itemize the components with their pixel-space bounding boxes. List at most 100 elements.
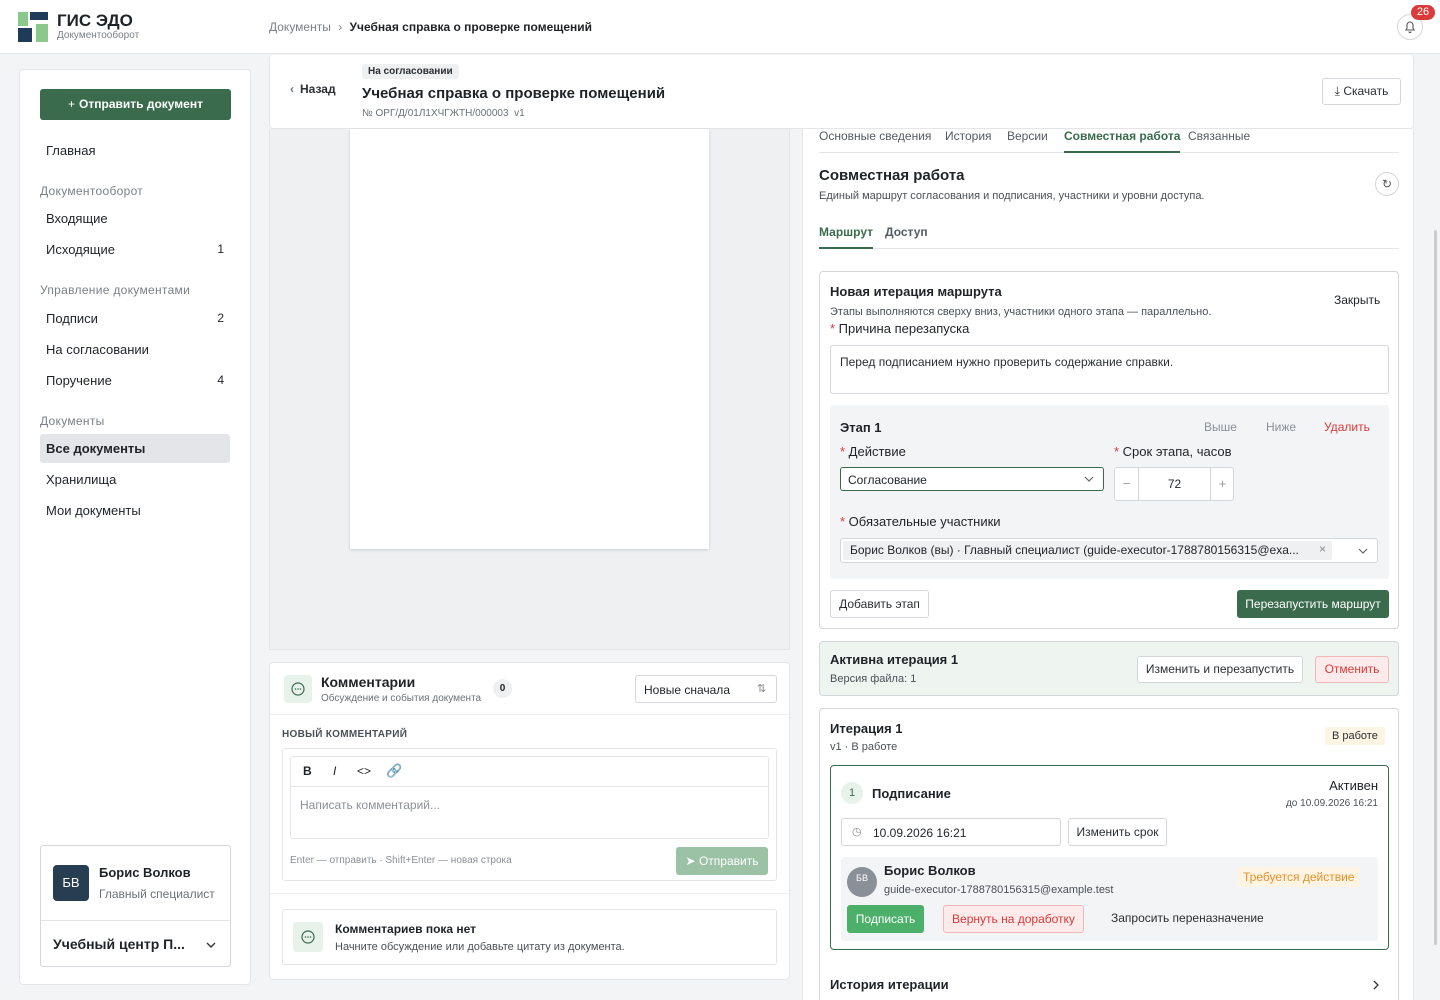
delete-stage-button[interactable]: Удалить: [1324, 420, 1370, 434]
iteration-history-toggle[interactable]: История итерации: [830, 977, 1389, 997]
comments-sort-select[interactable]: Новые сначала ⇅: [635, 675, 777, 703]
app-name: ГИС ЭДО: [57, 11, 133, 30]
section-title: Совместная работа: [819, 167, 965, 184]
subtab-route[interactable]: Маршрут: [819, 225, 874, 249]
app-logo[interactable]: [18, 12, 50, 42]
sidebar-item-storages[interactable]: Хранилища: [40, 465, 230, 494]
empty-comments-icon: [293, 922, 323, 952]
back-button[interactable]: ‹ Назад: [290, 82, 336, 96]
bold-icon[interactable]: B: [303, 764, 312, 778]
sidebar-item-my-documents[interactable]: Мои документы: [40, 496, 230, 525]
date-value: 10.09.2026 16:21: [873, 826, 967, 840]
deadline-value[interactable]: 72: [1139, 468, 1210, 500]
document-preview-area: [269, 129, 790, 650]
breadcrumb: Документы › Учебная справка о проверке п…: [269, 20, 592, 34]
new-iteration-card: Новая итерация маршрута Закрыть Этапы вы…: [819, 271, 1399, 629]
avatar: БВ: [53, 865, 89, 901]
breadcrumb-root[interactable]: Документы: [269, 20, 331, 34]
comment-input[interactable]: Написать комментарий...: [290, 786, 769, 839]
section-desc: Единый маршрут согласования и подписания…: [819, 190, 1205, 202]
download-button[interactable]: ⤓ Скачать: [1322, 78, 1401, 105]
add-stage-button[interactable]: Добавить этап: [830, 590, 929, 618]
edit-restart-button[interactable]: Изменить и перезапустить: [1137, 656, 1303, 683]
sidebar-item-approval[interactable]: На согласовании: [40, 335, 230, 364]
iteration-card: Итерация 1 v1 · В работе В работе 1 Подп…: [819, 708, 1399, 1000]
sign-button[interactable]: Подписать: [847, 905, 924, 933]
tab-main-info[interactable]: Основные сведения: [819, 129, 931, 143]
user-card[interactable]: БВ Борис Волков Главный специалист Учебн…: [40, 845, 231, 967]
sidebar-item-assignment[interactable]: Поручение 4: [40, 366, 230, 395]
sort-icon: ⇅: [757, 683, 767, 695]
comments-subtitle: Обсуждение и события документа: [321, 693, 482, 704]
sidebar-item-label: Исходящие: [46, 242, 115, 257]
chevron-right-icon: [1373, 980, 1379, 990]
action-select[interactable]: Согласование: [840, 467, 1104, 491]
remove-tag-icon[interactable]: ×: [1319, 542, 1326, 556]
step-card: 1 Подписание Активен до 10.09.2026 16:21…: [830, 765, 1389, 950]
reason-label: * Причина перезапуска: [830, 321, 970, 336]
iteration-history-label: История итерации: [830, 977, 949, 992]
sidebar-section-title: Управление документами: [40, 283, 191, 297]
breadcrumb-separator: ›: [338, 20, 343, 34]
return-button[interactable]: Вернуть на доработку: [943, 905, 1084, 933]
deadline-label-text: Срок этапа, часов: [1122, 444, 1232, 459]
action-required-badge: Требуется действие: [1237, 867, 1361, 887]
cancel-iteration-button[interactable]: Отменить: [1315, 656, 1389, 683]
comment-placeholder: Написать комментарий...: [300, 798, 441, 812]
code-icon[interactable]: <>: [357, 764, 371, 778]
reason-textarea[interactable]: Перед подписанием нужно проверить содерж…: [830, 345, 1389, 394]
tab-collaboration[interactable]: Совместная работа: [1064, 129, 1181, 153]
user-name: Борис Волков: [99, 865, 191, 880]
active-iteration-card: Активна итерация 1 Версия файла: 1 Измен…: [819, 641, 1399, 696]
move-up-button[interactable]: Выше: [1204, 420, 1237, 434]
back-label: Назад: [300, 82, 336, 96]
sidebar-item-outgoing[interactable]: Исходящие 1: [40, 235, 230, 264]
document-page: [350, 129, 709, 549]
user-role: Главный специалист: [99, 887, 215, 901]
tab-related[interactable]: Связанные: [1188, 129, 1250, 143]
move-down-button[interactable]: Ниже: [1266, 420, 1296, 434]
stage-title: Этап 1: [840, 420, 882, 435]
send-document-button[interactable]: + Отправить документ: [40, 89, 231, 120]
italic-icon[interactable]: I: [333, 764, 336, 778]
sidebar-item-signatures[interactable]: Подписи 2: [40, 304, 230, 333]
sidebar-item-count: 4: [217, 373, 224, 387]
restart-route-button[interactable]: Перезапустить маршрут: [1237, 590, 1389, 618]
participants-select[interactable]: Борис Волков (вы) · Главный специалист (…: [840, 538, 1378, 563]
editor-toolbar: B I <> 🔗: [290, 756, 769, 786]
send-document-label: Отправить документ: [79, 97, 203, 111]
new-iteration-hint: Этапы выполняются сверху вниз, участники…: [830, 306, 1212, 318]
assignee-card: БВ Борис Волков guide-executor-178878015…: [841, 857, 1378, 941]
empty-title: Комментариев пока нет: [335, 922, 477, 936]
download-icon: ⤓: [1334, 84, 1340, 98]
sidebar-item-home[interactable]: Главная: [40, 136, 230, 165]
tab-versions[interactable]: Версии: [1007, 129, 1048, 143]
right-panel: Основные сведения История Версии Совмест…: [802, 129, 1414, 1000]
top-bar: ГИС ЭДО Документооборот Документы › Учеб…: [0, 0, 1440, 54]
sidebar-item-label: Подписи: [46, 311, 98, 326]
refresh-button[interactable]: ↻: [1375, 172, 1399, 196]
comment-editor: B I <> 🔗 Написать комментарий... Enter —…: [282, 748, 777, 881]
file-version: Версия файла: 1: [830, 673, 917, 685]
new-iteration-title: Новая итерация маршрута: [830, 284, 1002, 299]
sidebar-item-count: 1: [217, 242, 224, 256]
subtab-access[interactable]: Доступ: [885, 225, 928, 239]
step-title: Подписание: [872, 786, 951, 801]
assignee-name: Борис Волков: [884, 863, 976, 878]
sidebar-item-all-documents[interactable]: Все документы: [40, 434, 230, 463]
increment-button[interactable]: +: [1210, 468, 1234, 500]
sort-value: Новые сначала: [644, 683, 730, 697]
scrollbar[interactable]: [1434, 230, 1437, 945]
decrement-button[interactable]: −: [1115, 468, 1139, 500]
deadline-date-input[interactable]: ◷ 10.09.2026 16:21: [841, 818, 1061, 846]
close-button[interactable]: Закрыть: [1334, 293, 1380, 307]
step-status: Активен: [1329, 778, 1378, 793]
reassign-button[interactable]: Запросить переназначение: [1111, 911, 1264, 925]
change-deadline-button[interactable]: Изменить срок: [1068, 818, 1167, 846]
link-icon[interactable]: 🔗: [386, 763, 402, 779]
sidebar-item-incoming[interactable]: Входящие: [40, 204, 230, 233]
refresh-icon: ↻: [1381, 177, 1393, 191]
tab-history[interactable]: История: [945, 129, 992, 143]
send-comment-button[interactable]: ➤ Отправить: [676, 847, 768, 875]
sidebar-item-label: Все документы: [46, 441, 146, 456]
